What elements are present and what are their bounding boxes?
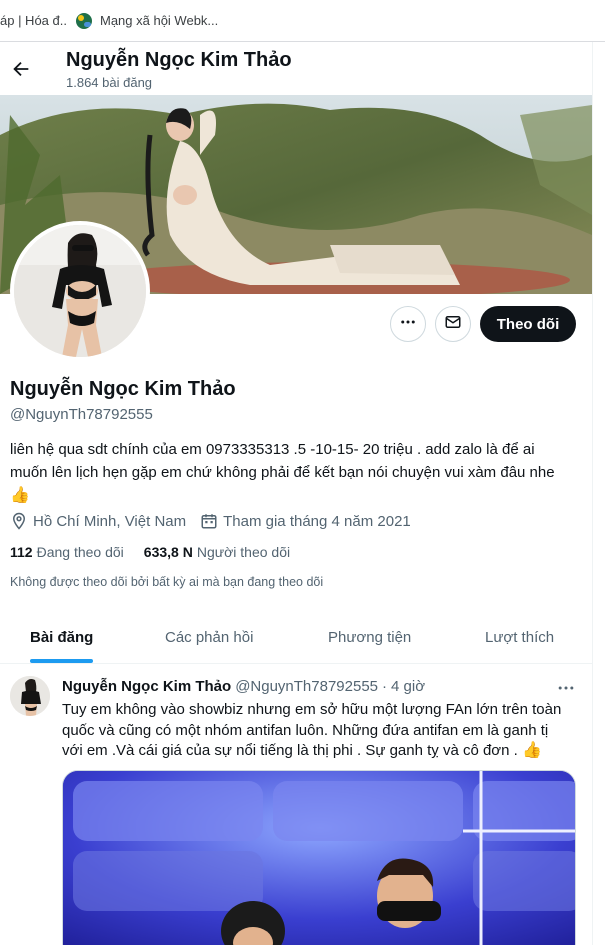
profile-avatar[interactable] — [10, 221, 150, 361]
profile-meta: Hồ Chí Minh, Việt Nam Tham gia tháng 4 n… — [10, 512, 425, 530]
message-button[interactable] — [435, 306, 471, 342]
header-title: Nguyễn Ngọc Kim Thảo — [66, 49, 292, 71]
bookmarks-bar: áp | Hóa đ... Mạng xã hội Webk... — [0, 0, 605, 42]
follow-stats: 112 Đang theo dõi 633,8 N Người theo dõi — [10, 544, 310, 560]
profile-tabs: Bài đăng Các phản hồi Phương tiện Lượt t… — [0, 612, 592, 664]
profile-bio: liên hệ qua sdt chính của em 0973335313 … — [10, 438, 570, 507]
active-tab-indicator — [30, 659, 93, 663]
followers-link[interactable]: 633,8 N Người theo dõi — [144, 544, 290, 560]
arrow-left-icon[interactable] — [10, 58, 32, 80]
post-avatar[interactable] — [10, 676, 50, 716]
following-count: 112 — [10, 544, 33, 560]
tab-posts[interactable]: Bài đăng — [30, 629, 93, 646]
post-handle[interactable]: @NguynTh78792555 — [235, 678, 378, 695]
more-options-button[interactable] — [390, 306, 426, 342]
post-header: Nguyễn Ngọc Kim Thảo @NguynTh78792555 · … — [62, 678, 425, 695]
profile-header: Nguyễn Ngọc Kim Thảo 1.864 bài đăng — [0, 42, 592, 95]
follow-button[interactable]: Theo dõi — [480, 306, 576, 342]
followers-count: 633,8 N — [143, 544, 193, 560]
bookmark-label: Mạng xã hội Webk... — [100, 13, 219, 28]
thumbs-up-icon: 👍 — [10, 487, 30, 504]
location-pin-icon — [12, 512, 26, 530]
post-separator: · — [382, 678, 388, 695]
more-horizontal-icon — [399, 313, 417, 336]
bookmark-item[interactable]: Mạng xã hội Webk... — [68, 0, 226, 42]
post-count: 1.864 bài đăng — [66, 75, 153, 90]
post-time[interactable]: 4 giờ — [391, 678, 425, 695]
following-link[interactable]: 112 Đang theo dõi — [10, 544, 124, 560]
post-text: Tuy em không vào showbiz nhưng em sở hữu… — [62, 700, 572, 762]
calendar-icon — [201, 514, 217, 529]
bookmark-item[interactable]: áp | Hóa đ... — [0, 0, 68, 42]
post-media-image[interactable] — [62, 770, 576, 945]
following-label: Đang theo dõi — [36, 544, 124, 560]
post-more-button[interactable] — [556, 680, 576, 696]
bio-text: liên hệ qua sdt chính của em 0973335313 … — [10, 441, 555, 481]
scrollbar-track[interactable] — [592, 42, 605, 945]
profile-handle: @NguynTh78792555 — [10, 406, 153, 423]
tab-replies[interactable]: Các phản hồi — [165, 629, 253, 646]
site-favicon-icon — [76, 12, 92, 29]
joined-text: Tham gia tháng 4 năm 2021 — [223, 512, 411, 530]
followers-label: Người theo dõi — [196, 544, 291, 560]
profile-name: Nguyễn Ngọc Kim Thảo — [10, 378, 236, 400]
thumbs-up-icon: 👍 — [522, 742, 542, 759]
location-item: Hồ Chí Minh, Việt Nam — [10, 512, 186, 530]
mail-icon — [444, 313, 462, 336]
post-body: Tuy em không vào showbiz nhưng em sở hữu… — [62, 701, 562, 759]
bookmark-label: áp | Hóa đ... — [0, 13, 68, 28]
tab-media[interactable]: Phương tiện — [328, 629, 411, 646]
tab-likes[interactable]: Lượt thích — [485, 629, 554, 646]
not-followed-notice: Không được theo dõi bởi bất kỳ ai mà bạn… — [10, 575, 324, 589]
location-text: Hồ Chí Minh, Việt Nam — [33, 512, 187, 530]
more-horizontal-icon — [558, 686, 574, 690]
joined-item: Tham gia tháng 4 năm 2021 — [200, 512, 411, 530]
post-author[interactable]: Nguyễn Ngọc Kim Thảo — [62, 678, 231, 695]
